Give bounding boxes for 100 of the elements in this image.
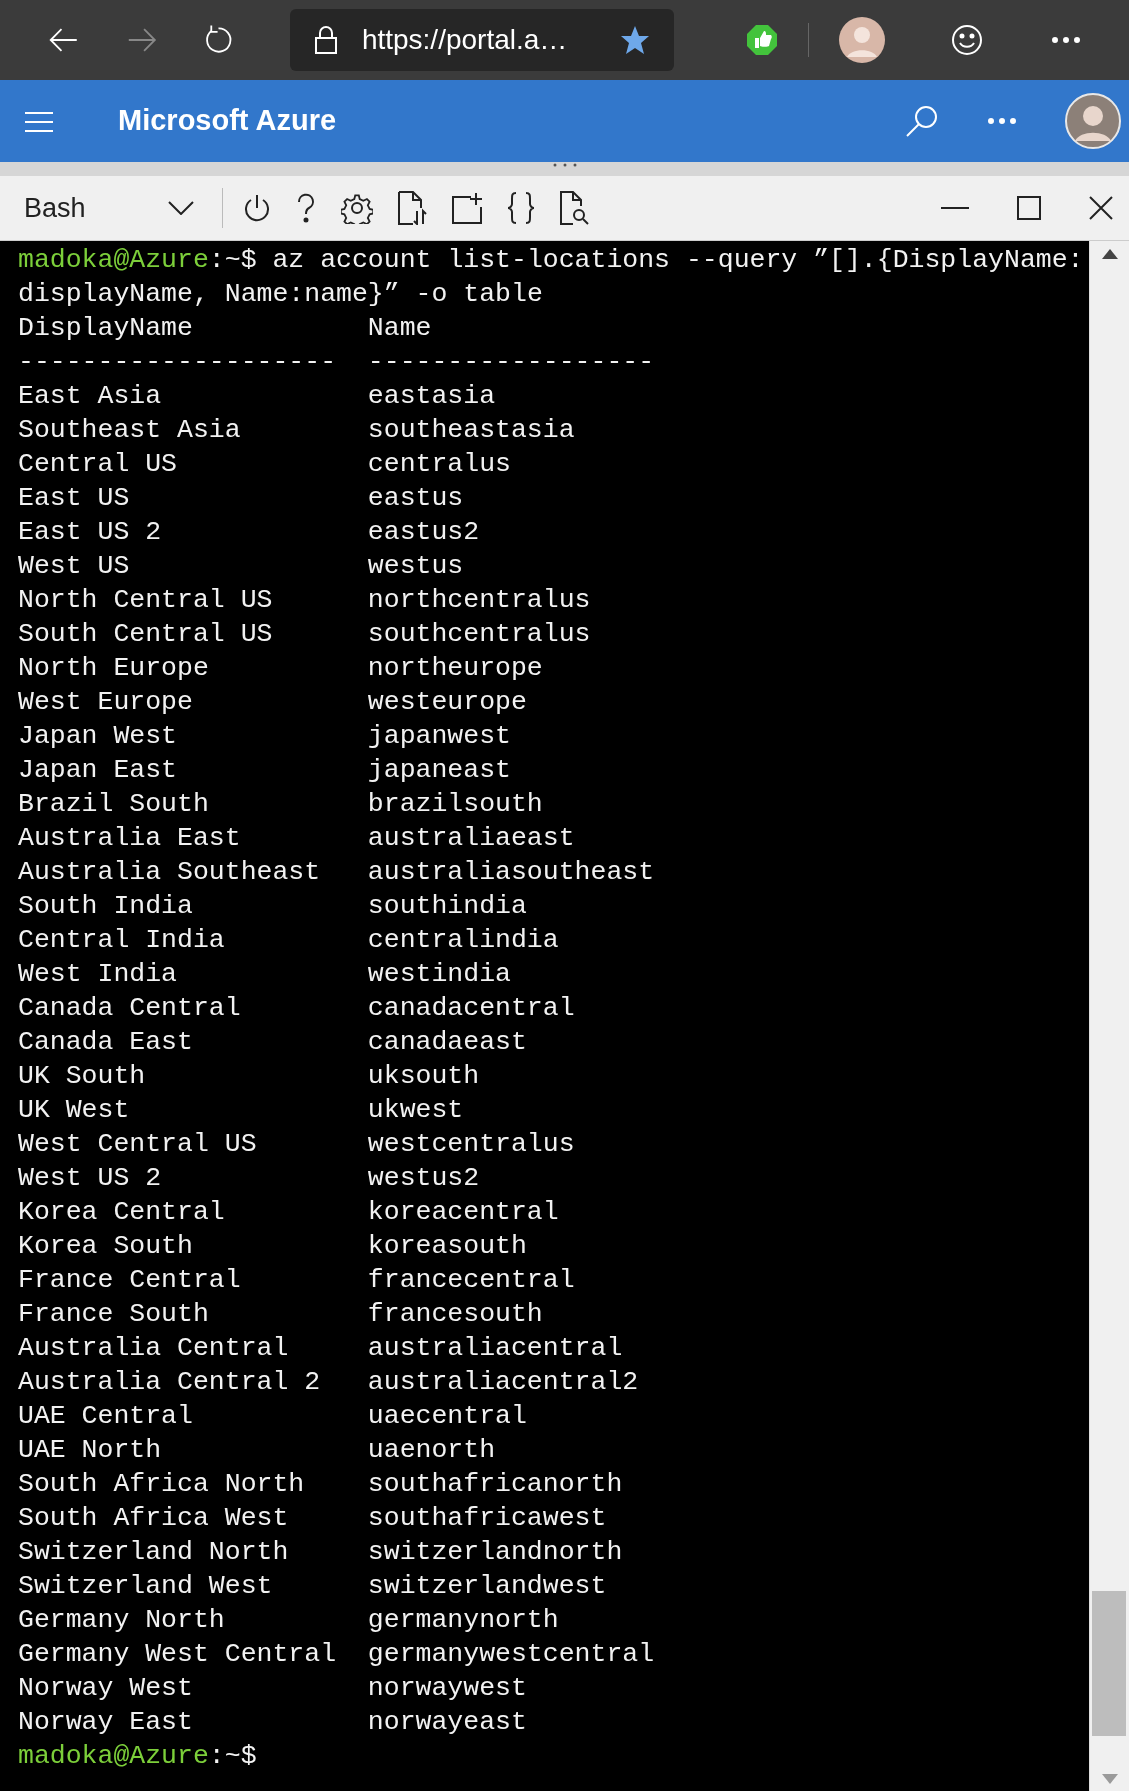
- minimize-icon[interactable]: [941, 206, 969, 210]
- scroll-thumb[interactable]: [1092, 1591, 1126, 1736]
- braces-icon[interactable]: [507, 192, 535, 224]
- table-cell-text: westus: [367, 550, 465, 583]
- table-cell-text: Australia Central 2: [18, 1366, 322, 1399]
- table-cell-text: southindia: [367, 890, 528, 923]
- table-cell-text: UK West: [18, 1094, 131, 1127]
- power-icon[interactable]: [243, 193, 271, 223]
- column-rule: ------------------: [367, 346, 656, 379]
- table-cell-text: ukwest: [367, 1094, 465, 1127]
- lock-icon: [313, 25, 338, 55]
- table-cell-text: South Africa West: [18, 1502, 290, 1535]
- table-cell-text: Germany West Central: [18, 1638, 338, 1671]
- table-cell-text: uaenorth: [367, 1434, 497, 1467]
- table-cell-text: East US: [18, 482, 131, 515]
- table-cell-text: Japan East: [18, 754, 179, 787]
- table-cell-text: Central India: [18, 924, 226, 957]
- table-cell-text: Central US: [18, 448, 179, 481]
- table-cell-text: switzerlandwest: [367, 1570, 608, 1603]
- table-cell-text: UAE Central: [18, 1400, 194, 1433]
- table-cell-text: West India: [18, 958, 179, 991]
- column-header: DisplayName: [18, 312, 194, 345]
- drag-handle-icon[interactable]: [551, 162, 578, 168]
- table-cell-text: UAE North: [18, 1434, 163, 1467]
- table-cell-text: South Central US: [18, 618, 274, 651]
- help-icon[interactable]: [295, 193, 317, 223]
- table-cell-text: Norway East: [18, 1706, 194, 1739]
- table-cell-text: eastasia: [367, 380, 497, 413]
- table-cell-text: uaecentral: [367, 1400, 528, 1433]
- table-cell-text: UK South: [18, 1060, 147, 1093]
- star-icon[interactable]: [620, 25, 650, 55]
- table-cell-text: West Europe: [18, 686, 194, 719]
- table-cell-text: southafricawest: [367, 1502, 608, 1535]
- table-cell-text: centralindia: [367, 924, 560, 957]
- close-icon[interactable]: [1089, 196, 1113, 220]
- more-icon[interactable]: [1051, 36, 1081, 44]
- table-cell-text: Canada Central: [18, 992, 242, 1025]
- table-cell-text: Switzerland North: [18, 1536, 290, 1569]
- table-cell-text: South Africa North: [18, 1468, 306, 1501]
- file-transfer-icon[interactable]: [397, 191, 427, 225]
- table-cell-text: norwaywest: [367, 1672, 528, 1705]
- terminal-line: displayName, Name:name}” -o table: [18, 278, 544, 311]
- maximize-icon[interactable]: [1017, 196, 1041, 220]
- column-header: Name: [367, 312, 433, 345]
- menu-icon[interactable]: [24, 110, 54, 133]
- table-cell-text: francesouth: [367, 1298, 544, 1331]
- table-cell-text: North Europe: [18, 652, 210, 685]
- table-cell-text: Korea South: [18, 1230, 194, 1263]
- table-cell-text: australiacentral: [367, 1332, 624, 1365]
- table-cell-text: West US: [18, 550, 131, 583]
- table-cell-text: japanwest: [367, 720, 512, 753]
- table-cell-text: Switzerland West: [18, 1570, 274, 1603]
- table-cell-text: westeurope: [367, 686, 528, 719]
- table-cell-text: northeurope: [367, 652, 544, 685]
- table-cell-text: South India: [18, 890, 194, 923]
- table-cell-text: australiasoutheast: [367, 856, 656, 889]
- table-cell-text: australiacentral2: [367, 1366, 640, 1399]
- table-cell-text: canadacentral: [367, 992, 576, 1025]
- table-cell-text: Australia Southeast: [18, 856, 322, 889]
- table-cell-text: Australia Central: [18, 1332, 290, 1365]
- table-cell-text: northcentralus: [367, 584, 592, 617]
- table-cell-text: uksouth: [367, 1060, 481, 1093]
- table-cell-text: eastus2: [367, 516, 481, 549]
- table-cell-text: westus2: [367, 1162, 481, 1195]
- table-cell-text: centralus: [367, 448, 512, 481]
- scroll-up-icon[interactable]: [1101, 249, 1118, 259]
- table-cell-text: germanywestcentral: [367, 1638, 656, 1671]
- table-cell-text: West Central US: [18, 1128, 258, 1161]
- avatar-icon[interactable]: [839, 17, 885, 63]
- gear-icon[interactable]: [341, 192, 373, 224]
- table-cell-text: canadaeast: [367, 1026, 528, 1059]
- table-cell-text: westindia: [367, 958, 512, 991]
- table-cell-text: francecentral: [367, 1264, 576, 1297]
- refresh-icon[interactable]: [205, 24, 234, 56]
- table-cell-text: eastus: [367, 482, 465, 515]
- table-cell-text: Canada East: [18, 1026, 194, 1059]
- table-cell-text: japaneast: [367, 754, 512, 787]
- smiley-icon[interactable]: [951, 24, 983, 56]
- table-cell-text: koreacentral: [367, 1196, 560, 1229]
- table-cell-text: southeastasia: [367, 414, 576, 447]
- table-cell-text: norwayeast: [367, 1706, 528, 1739]
- table-cell-text: westcentralus: [367, 1128, 576, 1161]
- table-cell-text: Korea Central: [18, 1196, 226, 1229]
- table-cell-text: North Central US: [18, 584, 274, 617]
- table-cell-text: switzerlandnorth: [367, 1536, 624, 1569]
- scrollbar[interactable]: [1089, 241, 1129, 1791]
- file-search-icon[interactable]: [559, 191, 589, 225]
- new-session-icon[interactable]: [451, 192, 483, 224]
- table-cell-text: germanynorth: [367, 1604, 560, 1637]
- table-cell-text: brazilsouth: [367, 788, 544, 821]
- table-cell-text: Norway West: [18, 1672, 194, 1705]
- terminal-line: madoka@Azure:~$: [18, 1740, 258, 1773]
- table-cell-text: East US 2: [18, 516, 163, 549]
- shell-dropdown[interactable]: Bash: [0, 176, 210, 240]
- search-icon[interactable]: [905, 104, 939, 138]
- terminal-line: madoka@Azure:~$ az account list-locations --query ”[].{DisplayName:: [18, 244, 1085, 277]
- table-cell-text: Germany North: [18, 1604, 226, 1637]
- table-cell-text: koreasouth: [367, 1230, 528, 1263]
- extension-icon[interactable]: [746, 24, 778, 56]
- table-cell-text: southafricanorth: [367, 1468, 624, 1501]
